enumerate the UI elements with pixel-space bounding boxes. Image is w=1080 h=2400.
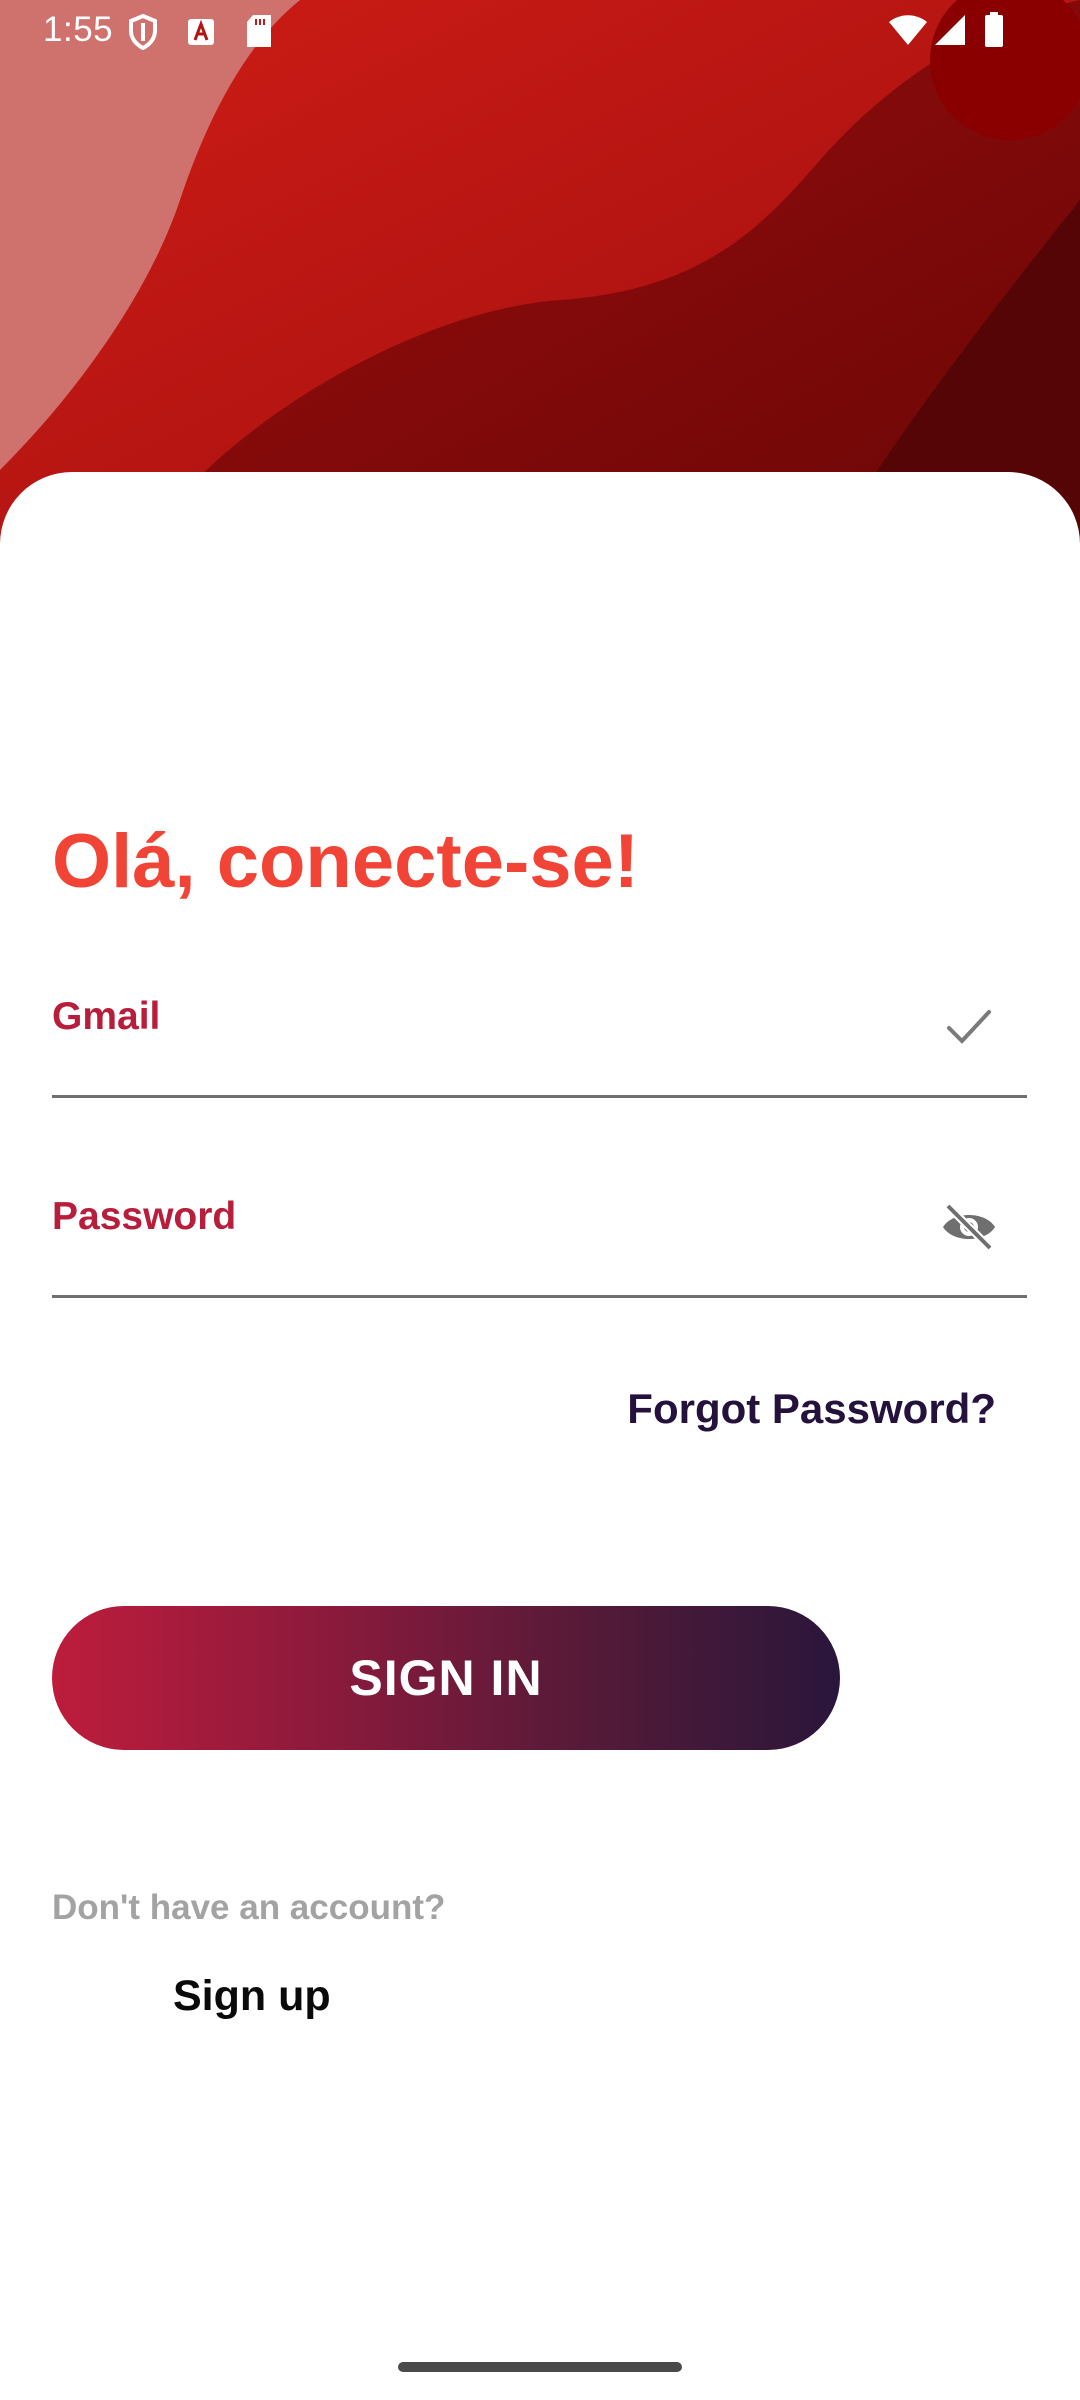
status-bar: 1:55 — [0, 0, 1080, 64]
eye-off-icon[interactable] — [939, 1197, 999, 1257]
wifi-icon — [888, 14, 928, 51]
login-screen: 1:55 Olá, conecte-se! Gmail Password For… — [0, 0, 1080, 2400]
home-indicator[interactable] — [398, 2362, 682, 2372]
forgot-password-link[interactable]: Forgot Password? — [627, 1385, 996, 1433]
greeting-title: Olá, conecte-se! — [52, 819, 640, 904]
status-time: 1:55 — [43, 10, 114, 49]
shield-icon — [128, 13, 158, 55]
password-label: Password — [52, 1195, 237, 1238]
signal-icon — [934, 14, 966, 51]
battery-icon — [984, 12, 1004, 53]
check-icon — [939, 997, 999, 1057]
email-label: Gmail — [52, 995, 161, 1038]
no-account-text: Don't have an account? — [52, 1888, 446, 1927]
sd-card-icon — [245, 14, 273, 53]
login-card — [0, 472, 1080, 2400]
password-field[interactable]: Password — [52, 1195, 1027, 1298]
font-a-icon — [187, 18, 215, 51]
sign-up-link[interactable]: Sign up — [173, 1972, 331, 2021]
email-field[interactable]: Gmail — [52, 995, 1027, 1098]
sign-in-button[interactable]: SIGN IN — [52, 1606, 840, 1750]
